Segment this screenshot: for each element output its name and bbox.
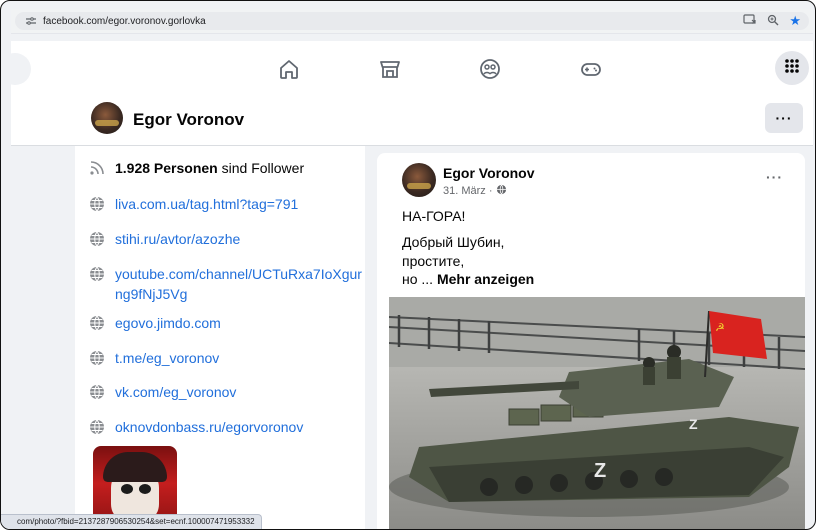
hammer-sickle-icon: ☭ bbox=[715, 321, 725, 334]
public-globe-icon bbox=[496, 184, 507, 198]
post-more-button[interactable]: ··· bbox=[766, 169, 783, 185]
address-bar-area: facebook.com/egor.voronov.gorlovka ★ bbox=[11, 9, 813, 34]
post-image[interactable]: Z Z ☭ bbox=[389, 297, 805, 529]
website-link[interactable]: stihi.ru/avtor/azozhe bbox=[115, 229, 365, 249]
marketplace-icon[interactable] bbox=[378, 57, 402, 81]
rss-icon bbox=[87, 158, 107, 178]
left-nav-edge bbox=[1, 53, 31, 85]
site-settings-icon[interactable] bbox=[23, 14, 39, 28]
profile-more-button[interactable]: ··· bbox=[765, 103, 803, 133]
globe-icon bbox=[87, 229, 107, 249]
profile-header: Egor Voronov ··· bbox=[11, 97, 813, 146]
z-marking: Z bbox=[594, 460, 606, 482]
post-text-line: Добрый Шубин, bbox=[402, 234, 505, 250]
gaming-icon[interactable] bbox=[579, 57, 603, 81]
post-text-line: но ... Mehr anzeigen bbox=[402, 271, 535, 287]
bookmark-star-icon[interactable]: ★ bbox=[789, 13, 801, 29]
link-row: liva.com.ua/tag.html?tag=791 bbox=[87, 194, 365, 214]
link-row: youtube.com/channel/UCTuRxa7IoXgurng9fNj… bbox=[87, 264, 365, 304]
post-text-line: простите, bbox=[402, 253, 465, 269]
groups-icon[interactable] bbox=[478, 57, 502, 81]
post-card: Egor Voronov 31. März · ··· НА-ГОРА! Доб… bbox=[377, 153, 805, 529]
globe-icon bbox=[87, 417, 107, 437]
intro-card: 1.928 Personen sind Follower liva.com.ua… bbox=[75, 146, 365, 529]
followers-row: 1.928 Personen sind Follower bbox=[87, 158, 365, 178]
website-link[interactable]: vk.com/eg_voronov bbox=[115, 382, 365, 402]
grid-menu-button[interactable] bbox=[775, 51, 809, 85]
website-link[interactable]: oknovdonbass.ru/egorvoronov bbox=[115, 417, 365, 437]
website-link[interactable]: egovo.jimdo.com bbox=[115, 313, 365, 333]
post-text-line: НА-ГОРА! bbox=[402, 208, 466, 224]
post-author-name[interactable]: Egor Voronov bbox=[443, 165, 535, 181]
globe-icon bbox=[87, 348, 107, 368]
profile-name[interactable]: Egor Voronov bbox=[133, 110, 244, 130]
link-row: vk.com/eg_voronov bbox=[87, 382, 365, 402]
link-row: t.me/eg_voronov bbox=[87, 348, 365, 368]
z-marking: Z bbox=[689, 416, 698, 432]
link-row: egovo.jimdo.com bbox=[87, 313, 365, 333]
followers-text[interactable]: 1.928 Personen sind Follower bbox=[115, 158, 365, 178]
grid-menu-icon bbox=[784, 58, 800, 79]
install-app-icon[interactable] bbox=[743, 13, 757, 29]
link-row: oknovdonbass.ru/egorvoronov bbox=[87, 417, 365, 437]
website-link[interactable]: youtube.com/channel/UCTuRxa7IoXgurng9fNj… bbox=[115, 264, 365, 304]
zoom-icon[interactable] bbox=[767, 14, 779, 29]
see-more-link[interactable]: Mehr anzeigen bbox=[437, 271, 534, 287]
globe-icon bbox=[87, 194, 107, 214]
top-navigation bbox=[1, 41, 813, 98]
globe-icon bbox=[87, 382, 107, 402]
globe-icon bbox=[87, 264, 107, 284]
url-text: facebook.com/egor.voronov.gorlovka bbox=[43, 15, 206, 27]
website-link[interactable]: liva.com.ua/tag.html?tag=791 bbox=[115, 194, 365, 214]
profile-avatar[interactable] bbox=[91, 102, 123, 134]
home-icon[interactable] bbox=[277, 57, 301, 81]
browser-window: facebook.com/egor.voronov.gorlovka ★ Ego… bbox=[0, 0, 816, 530]
address-bar[interactable]: facebook.com/egor.voronov.gorlovka ★ bbox=[15, 12, 809, 30]
website-link[interactable]: t.me/eg_voronov bbox=[115, 348, 365, 368]
link-row: stihi.ru/avtor/azozhe bbox=[87, 229, 365, 249]
post-timestamp[interactable]: 31. März · bbox=[443, 184, 507, 198]
globe-icon bbox=[87, 313, 107, 333]
link-status-bar: com/photo/?fbid=2137287906530254&set=ecn… bbox=[1, 514, 262, 529]
post-author-avatar[interactable] bbox=[402, 163, 436, 197]
